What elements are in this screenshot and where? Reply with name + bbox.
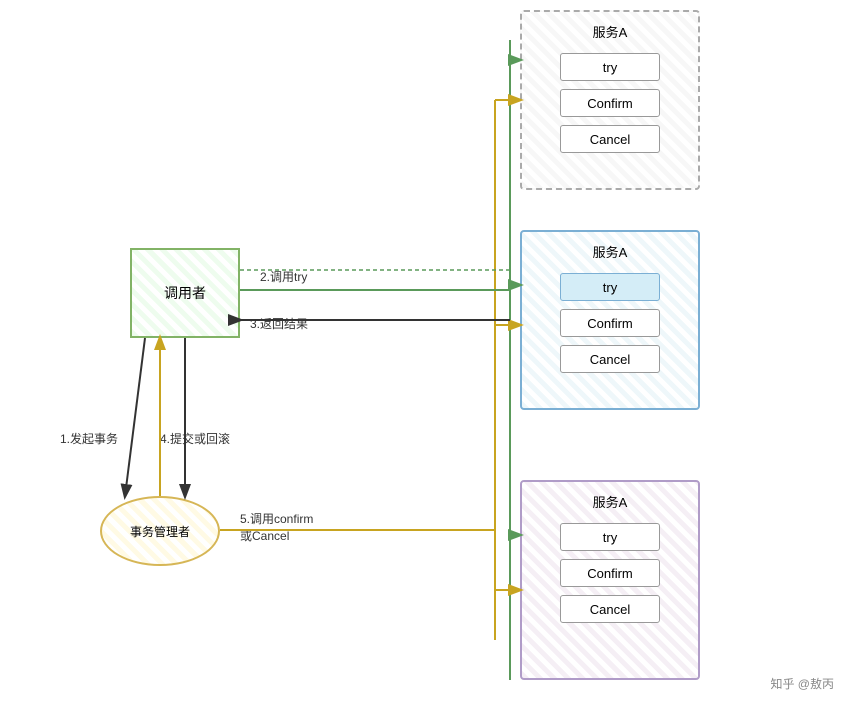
label-4: 4.提交或回滚 [160, 430, 230, 447]
service2-title: 服务A [593, 242, 628, 261]
service3-cancel-btn[interactable]: Cancel [560, 595, 660, 623]
service2-cancel-btn[interactable]: Cancel [560, 345, 660, 373]
diagram-canvas: 服务A try Confirm Cancel 服务A try Confirm C… [0, 0, 854, 712]
service3-confirm-btn[interactable]: Confirm [560, 559, 660, 587]
service1-cancel-btn[interactable]: Cancel [560, 125, 660, 153]
service1-confirm-btn[interactable]: Confirm [560, 89, 660, 117]
label-5: 5.调用confirm或Cancel [240, 510, 313, 544]
tm-label: 事务管理者 [130, 523, 190, 540]
service3-title: 服务A [593, 492, 628, 511]
service3-try-btn[interactable]: try [560, 523, 660, 551]
caller-label: 调用者 [164, 283, 206, 303]
tm-ellipse: 事务管理者 [100, 496, 220, 566]
label-1: 1.发起事务 [60, 430, 118, 447]
service2-try-btn[interactable]: try [560, 273, 660, 301]
service1-try-btn[interactable]: try [560, 53, 660, 81]
service-box-3: 服务A try Confirm Cancel [520, 480, 700, 680]
service2-confirm-btn[interactable]: Confirm [560, 309, 660, 337]
label-3: 3.返回结果 [250, 315, 308, 332]
service-box-1: 服务A try Confirm Cancel [520, 10, 700, 190]
service-box-2: 服务A try Confirm Cancel [520, 230, 700, 410]
watermark: 知乎 @敖丙 [770, 675, 834, 692]
caller-box: 调用者 [130, 248, 240, 338]
service1-title: 服务A [593, 22, 628, 41]
label-2: 2.调用try [260, 268, 307, 285]
arrows-svg [0, 0, 854, 712]
